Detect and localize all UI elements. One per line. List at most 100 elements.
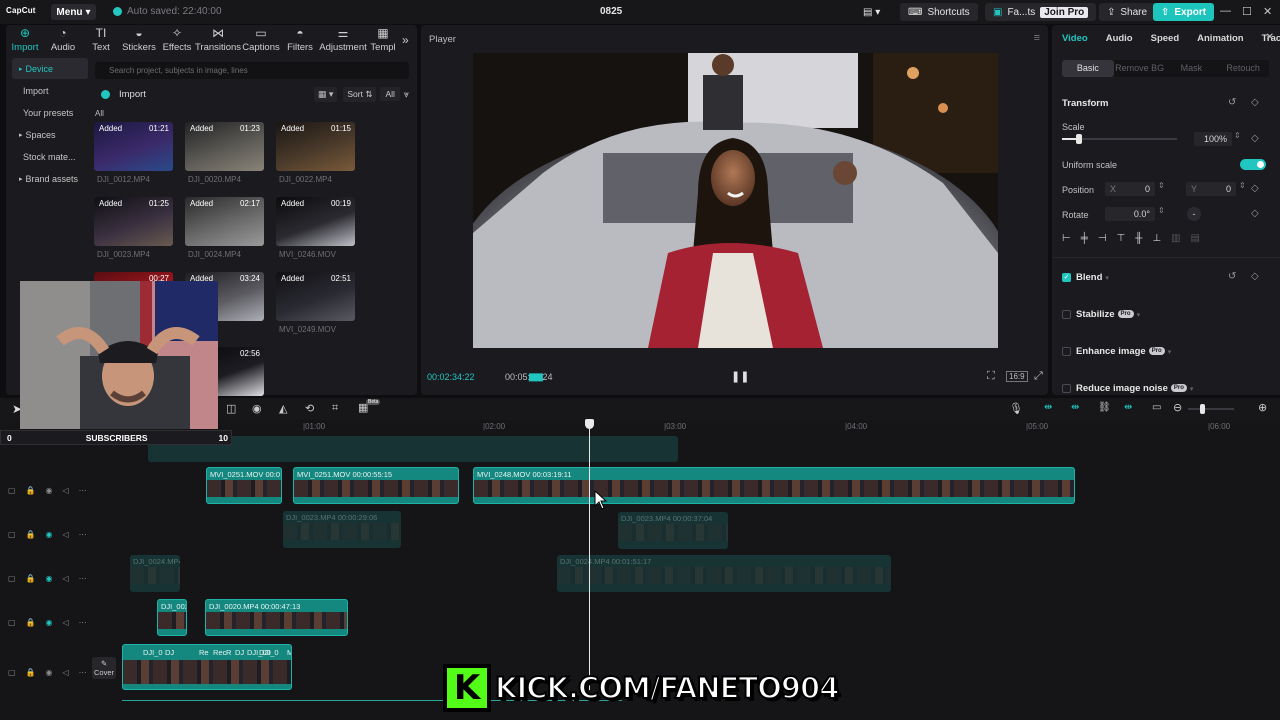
align-right-icon[interactable]: ⊣ <box>1098 233 1107 247</box>
rotate-dial[interactable]: - <box>1187 207 1201 221</box>
right-tab-speed[interactable]: Speed <box>1151 33 1180 44</box>
filter-icon[interactable]: ⩔ <box>404 89 409 100</box>
media-thumbnail[interactable]: Added 00:19 <box>276 197 355 246</box>
mute-icon[interactable]: ◁ <box>63 618 69 627</box>
subtab-mask[interactable]: Mask <box>1166 60 1218 77</box>
media-item[interactable]: Added 01:23 DJI_0020.MP4 <box>185 122 264 184</box>
cover-button[interactable]: ✎ Cover <box>92 657 116 679</box>
scale-input[interactable]: 100% <box>1194 132 1232 146</box>
mute-icon[interactable]: ◁ <box>63 486 69 495</box>
video-clip[interactable]: DJI_0024.MP4 <box>130 555 180 592</box>
media-thumbnail[interactable]: Added 01:25 <box>94 197 173 246</box>
join-pro-badge[interactable]: Join Pro <box>1040 6 1089 18</box>
media-thumbnail[interactable]: Added 02:17 <box>185 197 264 246</box>
main-track-strip[interactable]: DJI_0DJReRecRDJDJI_00DJI_0M <box>122 644 292 690</box>
more-icon[interactable]: ⋯ <box>79 574 87 583</box>
subtab-remove-bg[interactable]: Remove BG <box>1114 60 1166 77</box>
keyframe-icon[interactable]: ◇ <box>1251 133 1259 144</box>
option-checkbox[interactable] <box>1062 384 1071 393</box>
more-icon[interactable]: ⋯ <box>79 618 87 627</box>
tab-effects[interactable]: ✧ Effects <box>158 25 196 55</box>
mute-icon[interactable]: ◁ <box>63 530 69 539</box>
reset-icon[interactable]: ↺ <box>1228 97 1236 108</box>
fullscreen-icon[interactable]: ⤢ <box>1034 370 1043 383</box>
search-input[interactable]: Search project, subjects in image, lines <box>95 62 409 79</box>
track-select-icon[interactable]: ▢ <box>8 668 16 677</box>
align-top-icon[interactable]: ⊤ <box>1117 233 1126 247</box>
video-clip[interactable]: MVI_0251.MOV 00:00:55:15 <box>293 467 459 504</box>
reset-icon[interactable]: ↺ <box>1228 271 1236 282</box>
video-clip[interactable]: DJI_0023.MP4 00:00:37:04 <box>618 512 728 549</box>
distribute-v-icon[interactable]: ▤ <box>1191 233 1200 247</box>
keyframe-icon[interactable]: ◇ <box>1251 183 1259 194</box>
visibility-icon[interactable]: ◉ <box>46 486 53 495</box>
align-bottom-icon[interactable]: ⊥ <box>1152 233 1161 247</box>
stepper-icon[interactable]: ⇕ <box>1158 181 1165 190</box>
tab-transitions[interactable]: ⋈ Transitions <box>195 25 241 55</box>
media-item[interactable]: Added 02:51 MVI_0249.MOV <box>276 272 355 334</box>
fit-screen-icon[interactable]: ⛶ <box>987 370 995 383</box>
preview-axis-icon[interactable]: ⇹ <box>1124 402 1132 413</box>
align-center-icon[interactable]: ╪ <box>1081 233 1088 247</box>
align-middle-icon[interactable]: ╫ <box>1135 233 1142 247</box>
nav-item[interactable]: Import <box>12 80 88 101</box>
more-icon[interactable]: ⋯ <box>79 530 87 539</box>
stepper-icon[interactable]: ⇕ <box>1239 181 1246 190</box>
right-tab-animation[interactable]: Animation <box>1197 33 1243 44</box>
time-ruler[interactable]: |01:00 |02:00 |03:00 |04:00 |05:00 |06:00 <box>90 420 1280 432</box>
uniform-scale-toggle[interactable] <box>1240 159 1266 170</box>
video-clip[interactable]: DJI_0024.MP4 00:01:51:17 <box>557 555 891 592</box>
share-button[interactable]: ⇪ Share <box>1099 3 1156 21</box>
lock-icon[interactable]: 🔒 <box>26 530 36 539</box>
visibility-icon[interactable]: ◉ <box>46 574 53 583</box>
media-thumbnail[interactable]: Added 01:23 <box>185 122 264 171</box>
zoom-in-icon[interactable]: ⊕ <box>1258 401 1267 414</box>
more-icon[interactable]: ⋯ <box>79 486 87 495</box>
media-item[interactable]: Added 01:25 DJI_0023.MP4 <box>94 197 173 259</box>
keyframe-icon[interactable]: ◇ <box>1251 97 1259 108</box>
keyframe-icon[interactable]: ◇ <box>1251 271 1259 282</box>
track-select-icon[interactable]: ▢ <box>8 530 16 539</box>
subtab-basic[interactable]: Basic <box>1062 60 1114 77</box>
visibility-icon[interactable]: ◉ <box>46 530 53 539</box>
media-thumbnail[interactable]: Added 01:15 <box>276 122 355 171</box>
chevron-right-icon[interactable]: » <box>402 33 409 47</box>
caption-icon[interactable]: ▭ <box>1152 402 1161 413</box>
menu-button[interactable]: Menu ▾ <box>51 4 96 20</box>
playhead-handle[interactable] <box>585 419 594 429</box>
mirror-icon[interactable]: ◭ <box>279 402 287 415</box>
media-item[interactable]: Added 01:15 DJI_0022.MP4 <box>276 122 355 184</box>
media-thumbnail[interactable]: Added 02:51 <box>276 272 355 321</box>
right-tab-audio[interactable]: Audio <box>1106 33 1133 44</box>
sort-button[interactable]: Sort ⇅ <box>343 86 377 102</box>
tab-text[interactable]: TI Text <box>82 25 120 55</box>
position-x-input[interactable]: X 0 <box>1105 182 1155 196</box>
import-button[interactable]: Import <box>119 89 146 100</box>
scale-slider-knob[interactable] <box>1076 134 1083 144</box>
mute-icon[interactable]: ◁ <box>63 668 69 677</box>
transform-heading[interactable]: Transform <box>1062 98 1108 109</box>
zoom-out-icon[interactable]: ⊖ <box>1173 401 1182 414</box>
tab-templ[interactable]: ▦ Templ <box>368 25 398 55</box>
tab-captions[interactable]: ▭ Captions <box>240 25 282 55</box>
video-clip[interactable]: DJI_0023.MP4 00:00:29:06 <box>283 511 401 548</box>
zoom-slider[interactable] <box>1188 404 1234 414</box>
option-label[interactable]: Blend ▾ <box>1076 272 1109 283</box>
keyframe-icon[interactable]: ◇ <box>1251 208 1259 219</box>
tab-filters[interactable]: ◓ Filters <box>282 25 318 55</box>
visibility-icon[interactable]: ◉ <box>46 618 53 627</box>
distribute-h-icon[interactable]: ▥ <box>1171 233 1180 247</box>
rotate-icon[interactable]: ⟲ <box>305 402 314 415</box>
auto-snap-icon[interactable]: ⇹ <box>1071 402 1079 413</box>
option-checkbox[interactable]: ✓ <box>1062 273 1071 282</box>
track-select-icon[interactable]: ▢ <box>8 618 16 627</box>
playhead[interactable] <box>589 420 590 690</box>
lock-icon[interactable]: 🔒 <box>26 574 36 583</box>
position-y-input[interactable]: Y 0 <box>1186 182 1236 196</box>
align-left-icon[interactable]: ⊢ <box>1062 233 1071 247</box>
tab-adjustment[interactable]: ⚌ Adjustment <box>318 25 368 55</box>
nav-item[interactable]: Stock mate... <box>12 146 88 167</box>
option-label[interactable]: Reduce image noise Pro ▾ <box>1076 383 1193 394</box>
grid-view-icon[interactable]: ▦ ▾ <box>313 86 338 102</box>
main-track-magnet-icon[interactable]: ⇹ <box>1044 402 1052 413</box>
